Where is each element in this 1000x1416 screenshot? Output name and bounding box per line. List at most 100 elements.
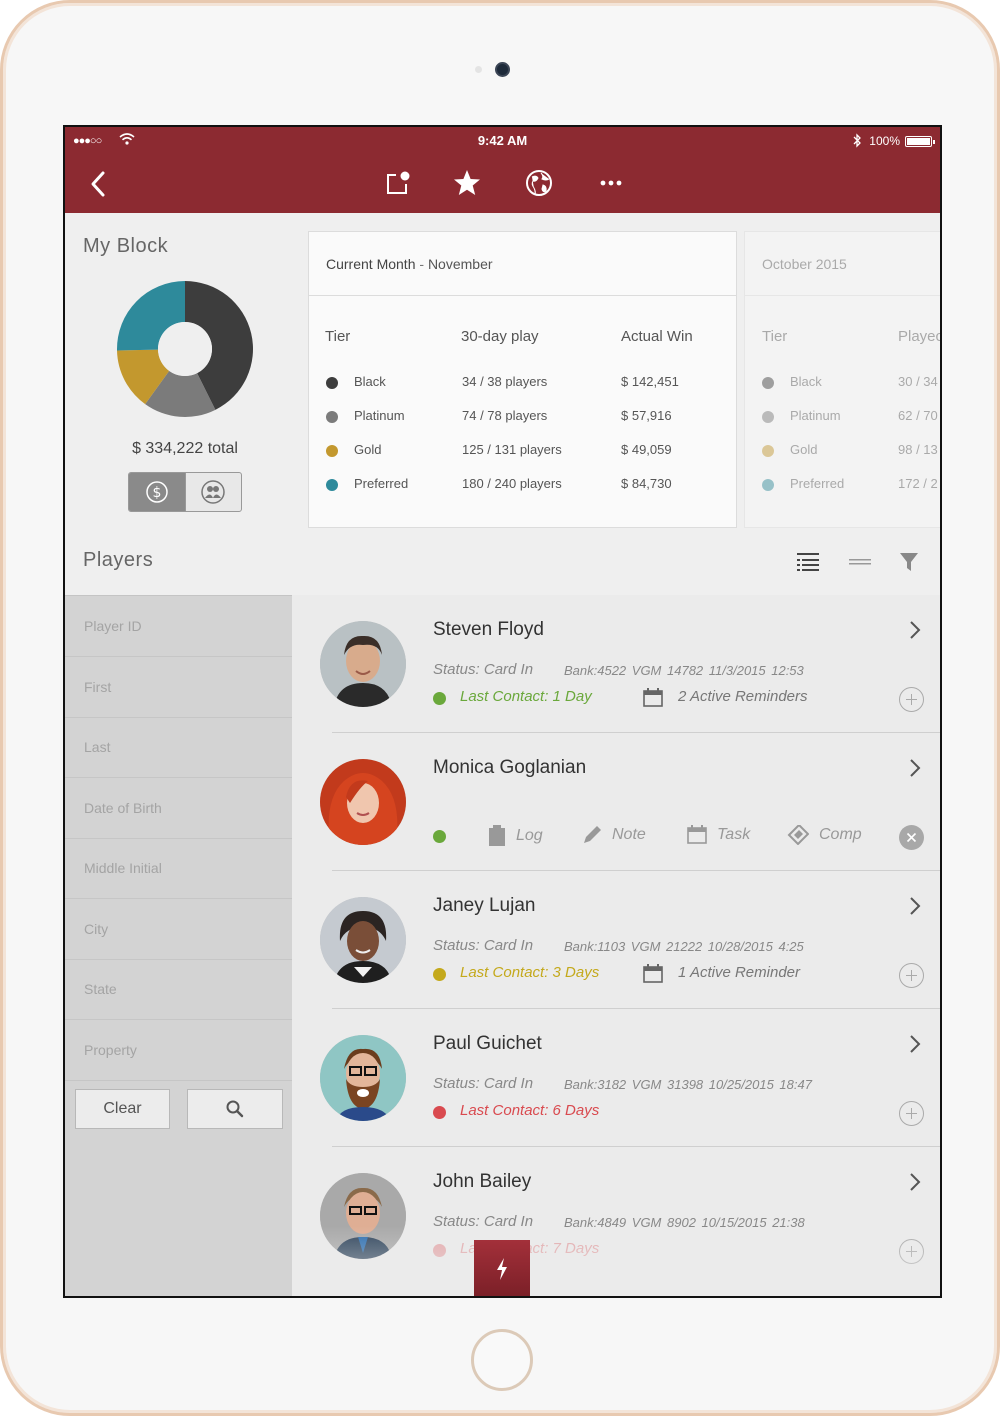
- player-row-john-bailey[interactable]: John Bailey Status: Card In Bank:4849 VG…: [292, 1147, 940, 1285]
- dollar-icon: $: [146, 481, 168, 503]
- player-search-sidebar: Player ID First Last Date of Birth Middl…: [65, 595, 292, 1296]
- player-row-paul-guichet[interactable]: Paul Guichet Status: Card In Bank:3182 V…: [292, 1009, 940, 1147]
- donut-hole: [158, 322, 212, 376]
- avatar: [320, 621, 406, 707]
- tier-donut-chart: [117, 281, 253, 417]
- col-30-day-play: 30-day play: [461, 328, 539, 345]
- players-view-button[interactable]: [184, 473, 242, 511]
- avatar: [320, 1173, 406, 1259]
- avatar: [320, 759, 406, 845]
- previous-month-card[interactable]: October 2015 Tier Playec Black 30 / 34 P…: [744, 231, 940, 528]
- player-row-janey-lujan[interactable]: Janey Lujan Status: Card In Bank:1103 VG…: [292, 871, 940, 1009]
- tier-row-platinum: Platinum 74 / 78 players $ 57,916: [309, 408, 736, 428]
- chevron-right-icon[interactable]: [908, 757, 922, 779]
- contact-status-dot: [433, 968, 446, 981]
- contact-status-dot: [433, 1244, 446, 1257]
- player-name: Steven Floyd: [433, 619, 544, 640]
- player-row-steven-floyd[interactable]: Steven Floyd Status: Card In Bank:4522 V…: [292, 595, 940, 733]
- calendar-icon: [643, 964, 663, 983]
- filter-first[interactable]: First: [65, 657, 292, 718]
- last-contact: Last Contact: 3 Days: [460, 964, 600, 981]
- chevron-right-icon[interactable]: [908, 619, 922, 641]
- players-title: Players: [83, 549, 154, 571]
- add-icon[interactable]: [899, 1239, 924, 1264]
- tier-row-black: Black 34 / 38 players $ 142,451: [309, 374, 736, 394]
- dollar-view-button[interactable]: $: [129, 473, 185, 511]
- filter-last[interactable]: Last: [65, 717, 292, 778]
- col-actual-win: Actual Win: [621, 328, 693, 345]
- tier-color-dot: [762, 411, 774, 423]
- back-chevron-icon[interactable]: [87, 169, 111, 199]
- task-action[interactable]: Task: [687, 825, 750, 845]
- comp-action[interactable]: Comp: [787, 825, 862, 845]
- globe-icon[interactable]: [523, 167, 555, 199]
- tier-color-dot: [326, 377, 338, 389]
- player-status: Status: Card In: [433, 1075, 534, 1092]
- bluetooth-icon: [853, 133, 861, 148]
- prev-row-black: Black 30 / 34: [745, 374, 940, 394]
- prev-row-preferred: Preferred 172 / 2: [745, 476, 940, 496]
- status-time: 9:42 AM: [477, 133, 528, 148]
- chevron-right-icon[interactable]: [908, 1033, 922, 1055]
- active-reminders[interactable]: 2 Active Reminders: [678, 688, 808, 705]
- tier-row-preferred: Preferred 180 / 240 players $ 84,730: [309, 476, 736, 496]
- filter-middle-initial[interactable]: Middle Initial: [65, 838, 292, 899]
- filter-property[interactable]: Property: [65, 1020, 292, 1081]
- sensor-dot: [475, 66, 482, 73]
- add-icon[interactable]: [899, 963, 924, 988]
- current-month-header: Current Month - November: [309, 232, 736, 296]
- battery-percent: 100%: [869, 134, 900, 148]
- player-meta: Bank:4522 VGM 14782 11/3/2015 12:53: [564, 663, 804, 678]
- player-list: Steven Floyd Status: Card In Bank:4522 V…: [292, 595, 940, 1296]
- filter-state[interactable]: State: [65, 959, 292, 1020]
- search-button[interactable]: [187, 1089, 283, 1129]
- previous-month-header: October 2015: [745, 232, 940, 296]
- filter-city[interactable]: City: [65, 899, 292, 960]
- log-action[interactable]: Log: [488, 825, 543, 847]
- last-contact: Last Contact: 6 Days: [460, 1102, 600, 1119]
- quick-action-button[interactable]: [474, 1240, 530, 1296]
- front-camera: [495, 62, 510, 77]
- calendar-icon: [687, 825, 707, 844]
- note-action[interactable]: Note: [582, 825, 646, 845]
- filter-date-of-birth[interactable]: Date of Birth: [65, 778, 292, 839]
- player-name: Janey Lujan: [433, 895, 536, 916]
- home-button[interactable]: [471, 1329, 533, 1391]
- ticket-icon: [787, 825, 809, 845]
- tier-color-dot: [326, 445, 338, 457]
- contact-status-dot: [433, 830, 446, 843]
- star-icon[interactable]: [451, 167, 483, 199]
- player-row-monica-goglanian[interactable]: Monica Goglanian Log Note Task Comp: [292, 733, 940, 871]
- battery-icon: [905, 136, 935, 147]
- people-icon: [201, 480, 225, 504]
- avatar: [320, 897, 406, 983]
- contact-status-dot: [433, 692, 446, 705]
- tier-color-dot: [762, 479, 774, 491]
- status-bar: ●●●○○ 9:42 AM 100%: [65, 132, 940, 152]
- search-icon: [226, 1100, 244, 1118]
- notification-icon[interactable]: [381, 167, 413, 199]
- filter-icon[interactable]: [898, 551, 920, 573]
- pencil-icon: [584, 826, 601, 843]
- close-icon[interactable]: [899, 825, 924, 850]
- tier-color-dot: [762, 377, 774, 389]
- add-icon[interactable]: [899, 687, 924, 712]
- chevron-right-icon[interactable]: [908, 1171, 922, 1193]
- player-name: Paul Guichet: [433, 1033, 542, 1054]
- active-reminders[interactable]: 1 Active Reminder: [678, 964, 800, 981]
- player-status: Status: Card In: [433, 661, 534, 678]
- detail-list-icon[interactable]: [796, 551, 820, 573]
- top-bar: ●●●○○ 9:42 AM 100%: [65, 127, 940, 213]
- clear-button[interactable]: Clear: [75, 1089, 170, 1129]
- tier-row-gold: Gold 125 / 131 players $ 49,059: [309, 442, 736, 462]
- add-icon[interactable]: [899, 1101, 924, 1126]
- block-total: $ 334,222 total: [132, 440, 238, 457]
- filter-player-id[interactable]: Player ID: [65, 596, 292, 657]
- more-icon[interactable]: [595, 167, 627, 199]
- compact-list-icon[interactable]: [848, 551, 872, 573]
- player-status: Status: Card In: [433, 1213, 534, 1230]
- tier-color-dot: [326, 479, 338, 491]
- player-meta: Bank:3182 VGM 31398 10/25/2015 18:47: [564, 1077, 812, 1092]
- chevron-right-icon[interactable]: [908, 895, 922, 917]
- tier-color-dot: [326, 411, 338, 423]
